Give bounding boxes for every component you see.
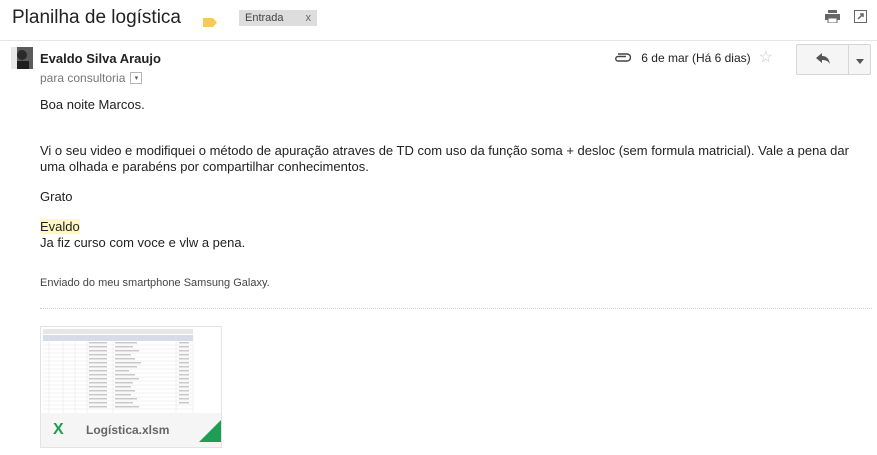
message-meta: 6 de mar (Há 6 dias) ☆ — [614, 50, 773, 66]
subject-row: Planilha de logística Entrada x — [12, 6, 318, 30]
attachment-card[interactable]: X Logística.xlsm — [40, 326, 222, 448]
label-chip-inbox[interactable]: Entrada x — [239, 10, 318, 26]
svg-text:X: X — [53, 421, 64, 436]
spreadsheet-thumbnail — [41, 327, 221, 413]
postscript: Ja fiz curso com voce e vlw a pena. — [40, 235, 246, 250]
attachment-filename: Logística.xlsm — [86, 423, 170, 437]
mobile-signature: Enviado do meu smartphone Samsung Galaxy… — [40, 277, 270, 289]
thanks-line: Grato — [40, 189, 73, 204]
recipient-line: para consultoria ▾ — [40, 71, 143, 85]
label-remove-button[interactable]: x — [306, 12, 312, 24]
details-dropdown-button[interactable]: ▾ — [130, 72, 143, 84]
header-divider — [0, 40, 877, 41]
message-date: 6 de mar (Há 6 dias) — [641, 51, 751, 65]
signature-name: Evaldo — [40, 219, 80, 234]
body-paragraph: Vi o seu video e modifiquei o método de … — [40, 143, 849, 174]
label-name: Entrada — [245, 12, 284, 24]
fold-corner-icon — [199, 420, 221, 447]
avatar[interactable] — [11, 47, 33, 69]
paperclip-icon — [614, 51, 632, 65]
attachment-footer: X Logística.xlsm — [41, 413, 221, 447]
attachment-divider — [40, 308, 872, 309]
chevron-down-icon — [855, 51, 864, 69]
reply-button[interactable] — [797, 45, 848, 74]
greeting: Boa noite Marcos. — [40, 97, 145, 112]
new-window-icon[interactable] — [854, 10, 867, 28]
important-marker-icon[interactable] — [203, 14, 217, 27]
excel-icon: X — [52, 420, 72, 441]
top-actions — [825, 10, 867, 28]
recipient-text: para consultoria — [40, 71, 126, 85]
reply-button-group — [796, 44, 871, 75]
email-subject: Planilha de logística — [12, 7, 181, 28]
sender-name[interactable]: Evaldo Silva Araujo — [40, 51, 161, 66]
more-options-button[interactable] — [848, 45, 870, 74]
print-icon[interactable] — [825, 10, 840, 28]
star-icon[interactable]: ☆ — [759, 50, 773, 66]
message-body: Boa noite Marcos. Vi o seu video e modif… — [40, 97, 860, 291]
reply-icon — [815, 51, 830, 69]
